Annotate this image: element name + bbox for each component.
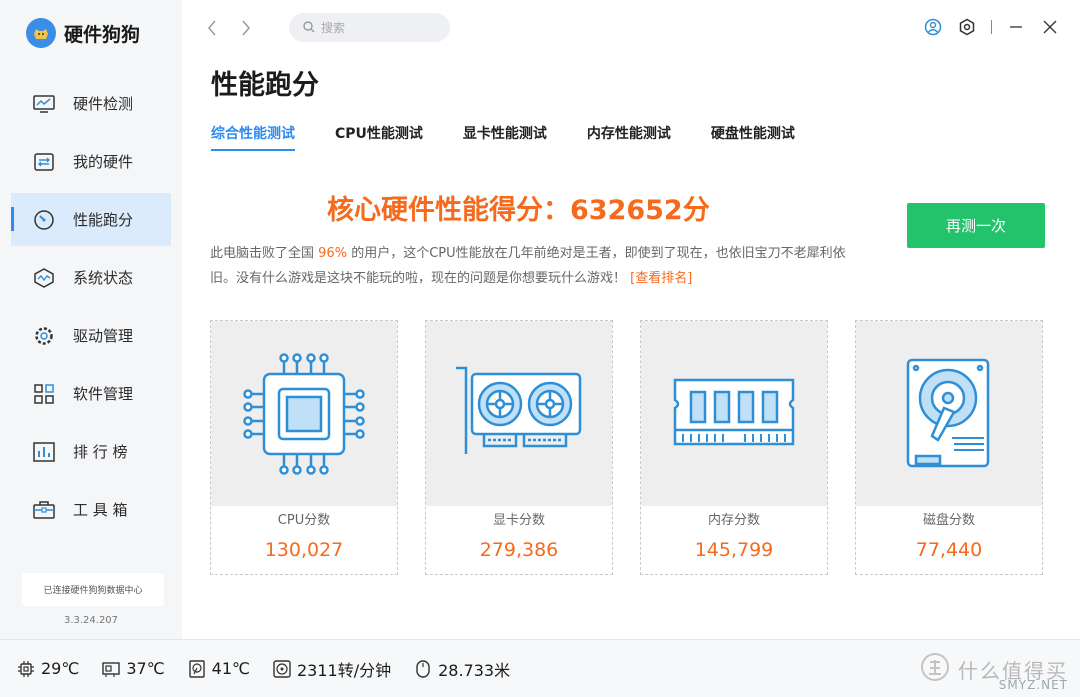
tab-memory[interactable]: 内存性能测试 bbox=[587, 123, 671, 151]
cpu-score-label: CPU分数 bbox=[277, 513, 331, 528]
app-version: 3.3.24.207 bbox=[63, 615, 119, 626]
sidebar-item-software[interactable]: 软件管理 bbox=[11, 367, 171, 420]
sidebar-item-label: 软件管理 bbox=[73, 385, 134, 403]
gpu-score-value: 279,386 bbox=[479, 539, 559, 561]
search-box[interactable] bbox=[289, 13, 450, 42]
app-name: 硬件狗狗 bbox=[64, 23, 141, 46]
disk-score-card: 磁盘分数 77,440 bbox=[855, 320, 1043, 575]
ranking-chart-icon bbox=[33, 441, 55, 463]
cpu-score-value: 130,027 bbox=[264, 539, 344, 561]
settings-gear-icon[interactable] bbox=[957, 16, 977, 38]
disk-icon bbox=[187, 659, 207, 679]
fan-speed: 2311转/分钟 bbox=[272, 657, 391, 681]
dog-logo-icon bbox=[26, 18, 56, 48]
sidebar-item-label: 系统状态 bbox=[73, 269, 134, 287]
sidebar-item-drivers[interactable]: 驱动管理 bbox=[11, 309, 171, 362]
mouse-distance: 28.733米 bbox=[413, 657, 510, 681]
beat-percent: 96% bbox=[318, 246, 348, 261]
minimize-icon[interactable] bbox=[1006, 16, 1026, 38]
tab-gpu[interactable]: 显卡性能测试 bbox=[463, 123, 547, 151]
sidebar-item-label: 排 行 榜 bbox=[73, 443, 128, 461]
divider bbox=[991, 20, 992, 34]
sidebar-item-toolbox[interactable]: 工 具 箱 bbox=[11, 483, 171, 536]
watermark-site: SMYZ.NET bbox=[998, 678, 1068, 692]
search-input[interactable] bbox=[321, 20, 431, 35]
cpu-chip-icon bbox=[211, 321, 397, 506]
memory-module-icon bbox=[641, 321, 827, 506]
speedometer-icon bbox=[33, 209, 55, 231]
sidebar-item-label: 硬件检测 bbox=[73, 95, 134, 113]
graphics-card-icon bbox=[426, 321, 612, 506]
sidebar-item-benchmark[interactable]: 性能跑分 bbox=[11, 193, 171, 246]
sidebar-item-label: 工 具 箱 bbox=[73, 501, 128, 519]
cpu-temperature: 29℃ bbox=[16, 659, 79, 679]
watermark: 什么值得买 SMYZ.NET bbox=[920, 652, 1068, 692]
monitor-wave-icon bbox=[33, 93, 55, 115]
hardware-board-icon bbox=[33, 151, 55, 173]
brand: 硬件狗狗 bbox=[26, 18, 140, 48]
zhi-logo-icon bbox=[920, 652, 950, 686]
gpu-temperature: 37℃ bbox=[101, 659, 165, 679]
memory-score-card: 内存分数 145,799 bbox=[640, 320, 828, 575]
history-nav bbox=[204, 18, 254, 38]
connection-status: 已连接硬件狗狗数据中心 bbox=[22, 573, 164, 606]
cpu-temp-value: 29℃ bbox=[41, 659, 80, 678]
back-arrow-icon[interactable] bbox=[204, 18, 220, 38]
mouse-icon bbox=[413, 659, 433, 679]
gpu-score-label: 显卡分数 bbox=[492, 513, 545, 528]
cpu-icon bbox=[16, 659, 36, 679]
sidebar-item-label: 性能跑分 bbox=[73, 211, 134, 229]
fan-speed-value: 2311转/分钟 bbox=[296, 660, 392, 680]
close-icon[interactable] bbox=[1040, 16, 1060, 38]
page-title: 性能跑分 bbox=[211, 70, 319, 101]
total-score-headline: 核心硬件性能得分：632652分 bbox=[327, 195, 710, 226]
tab-cpu[interactable]: CPU性能测试 bbox=[335, 123, 423, 151]
disk-temperature: 41℃ bbox=[187, 659, 250, 679]
score-description: 此电脑击败了全国 96% 的用户，这个CPU性能放在几年前绝对是王者，即使到了现… bbox=[210, 241, 860, 291]
toolbox-icon bbox=[33, 499, 55, 521]
sidebar-item-system-status[interactable]: 系统状态 bbox=[11, 251, 171, 304]
gpu-temp-value: 37℃ bbox=[126, 659, 165, 678]
tab-overall[interactable]: 综合性能测试 bbox=[211, 123, 295, 151]
disk-score-label: 磁盘分数 bbox=[922, 513, 975, 528]
sidebar-item-ranking[interactable]: 排 行 榜 bbox=[11, 425, 171, 478]
user-icon[interactable] bbox=[923, 16, 943, 38]
disk-score-value: 77,440 bbox=[915, 539, 983, 561]
memory-score-value: 145,799 bbox=[694, 539, 774, 561]
sidebar: 硬件狗狗 硬件检测 我的硬件 性能跑分 系统状态 驱动管理 软件管理 排 行 榜… bbox=[0, 0, 182, 639]
memory-score-label: 内存分数 bbox=[707, 513, 760, 528]
tab-disk[interactable]: 硬盘性能测试 bbox=[711, 123, 795, 151]
gpu-icon bbox=[101, 659, 121, 679]
sidebar-item-hardware-check[interactable]: 硬件检测 bbox=[11, 77, 171, 130]
window-controls bbox=[923, 16, 1060, 38]
status-bar: 29℃ 37℃ 41℃ 2311转/分钟 28.733米 bbox=[0, 639, 1080, 697]
retest-button[interactable]: 再测一次 bbox=[907, 203, 1045, 248]
sidebar-item-label: 我的硬件 bbox=[73, 153, 134, 171]
system-wave-icon bbox=[33, 267, 55, 289]
fan-icon bbox=[272, 659, 292, 679]
forward-arrow-icon[interactable] bbox=[238, 18, 254, 38]
sidebar-item-my-hardware[interactable]: 我的硬件 bbox=[11, 135, 171, 188]
gpu-score-card: 显卡分数 279,386 bbox=[425, 320, 613, 575]
gear-icon bbox=[33, 325, 55, 347]
hard-disk-icon bbox=[856, 321, 1042, 506]
apps-grid-icon bbox=[33, 383, 55, 405]
benchmark-tabs: 综合性能测试 CPU性能测试 显卡性能测试 内存性能测试 硬盘性能测试 bbox=[211, 123, 835, 151]
cpu-score-card: CPU分数 130,027 bbox=[210, 320, 398, 575]
desc-text-1: 此电脑击败了全国 bbox=[210, 246, 315, 261]
view-ranking-link[interactable]: [查看排名] bbox=[630, 271, 692, 286]
mouse-distance-value: 28.733米 bbox=[438, 660, 511, 680]
disk-temp-value: 41℃ bbox=[211, 659, 250, 678]
search-icon bbox=[303, 18, 315, 37]
sidebar-nav: 硬件检测 我的硬件 性能跑分 系统状态 驱动管理 软件管理 排 行 榜 工 具 … bbox=[11, 77, 171, 541]
sidebar-item-label: 驱动管理 bbox=[73, 327, 134, 345]
